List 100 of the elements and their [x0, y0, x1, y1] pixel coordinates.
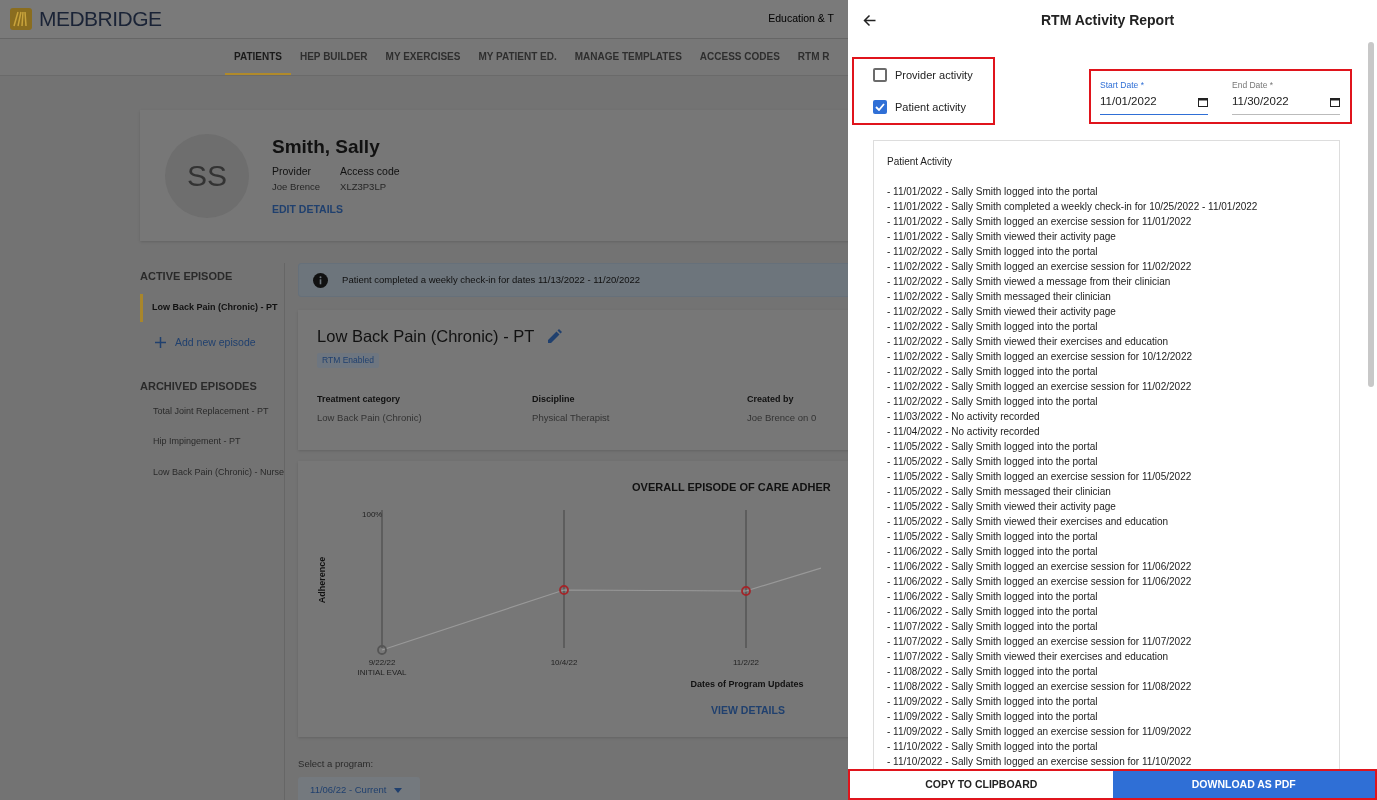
- episode-title: Low Back Pain (Chronic) - PT: [317, 326, 535, 347]
- checkbox[interactable]: [873, 99, 887, 114]
- data-point: [377, 644, 387, 655]
- activity-line: - 11/09/2022 - Sally Smith logged into the portal: [887, 710, 1099, 724]
- episode-item[interactable]: Low Back Pain (Chronic) - Nurse: [140, 465, 285, 480]
- account-menu[interactable]: Education & T: [768, 11, 834, 27]
- detail-label: Discipline: [532, 392, 576, 406]
- activity-line: - 11/07/2022 - Sally Smith viewed their exercises and education: [887, 650, 1170, 664]
- program-dropdown[interactable]: 11/06/22 - Current: [298, 777, 421, 800]
- activity-line: - 11/05/2022 - Sally Smith logged into the portal: [887, 440, 1099, 454]
- field-value: Joe Brence: [272, 180, 321, 195]
- field-label: Access code: [340, 164, 400, 180]
- rtm-badge: RTM Enabled: [317, 352, 379, 368]
- activity-line: - 11/01/2022 - Sally Smith viewed their activity page: [887, 230, 1117, 244]
- activity-line: - 11/08/2022 - Sally Smith logged into the portal: [887, 665, 1099, 679]
- activity-line: - 11/09/2022 - Sally Smith logged into the portal: [887, 695, 1099, 709]
- add-episode-link[interactable]: Add new episode: [155, 334, 256, 351]
- calendar-icon[interactable]: [1198, 96, 1208, 107]
- download-button[interactable]: DOWNLOAD AS PDF: [1112, 771, 1375, 798]
- data-point: [741, 585, 751, 596]
- nav-tab[interactable]: MY EXERCISES: [376, 39, 470, 75]
- activity-line: - 11/02/2022 - Sally Smith logged an exercise session for 11/02/2022: [887, 260, 1193, 274]
- activity-line: - 11/04/2022 - No activity recorded: [887, 425, 1041, 439]
- activity-line: - 11/02/2022 - Sally Smith logged into the portal: [887, 245, 1099, 259]
- checkbox[interactable]: [873, 68, 887, 83]
- activity-line: - 11/07/2022 - Sally Smith logged into the portal: [887, 620, 1099, 634]
- activity-line: - 11/10/2022 - Sally Smith logged an exercise session for 11/10/2022: [887, 755, 1193, 769]
- date-field[interactable]: End Date * 11/30/2022: [1232, 78, 1340, 115]
- activity-line: - 11/02/2022 - Sally Smith logged into the portal: [887, 395, 1099, 409]
- activity-line: - 11/05/2022 - Sally Smith viewed their activity page: [887, 500, 1117, 514]
- activity-line: - 11/02/2022 - Sally Smith logged into the portal: [887, 320, 1099, 334]
- patient-name: Smith, Sally: [272, 134, 381, 159]
- detail-value: Low Back Pain (Chronic): [317, 411, 423, 425]
- axis-tick-label: 9/22/22: [368, 657, 396, 667]
- checkbox-label: Provider activity: [895, 68, 973, 83]
- date-field[interactable]: Start Date * 11/01/2022: [1100, 78, 1208, 115]
- nav-tab[interactable]: HEP BUILDER: [290, 39, 377, 75]
- activity-line: - 11/05/2022 - Sally Smith logged into the portal: [887, 530, 1099, 544]
- section-heading: ACTIVE EPISODE: [140, 269, 234, 284]
- axis-tick-label: 10/4/22: [550, 657, 578, 667]
- activity-line: - 11/02/2022 - Sally Smith messaged their clinician: [887, 290, 1112, 304]
- program-label: Select a program:: [298, 757, 375, 771]
- episode-item[interactable]: Low Back Pain (Chronic) - PT: [140, 293, 285, 322]
- field-label: Provider: [272, 164, 313, 180]
- nav-tab[interactable]: PATIENTS: [225, 39, 291, 75]
- checkbox-label: Patient activity: [895, 99, 966, 115]
- activity-line: - 11/05/2022 - Sally Smith logged an exercise session for 11/05/2022: [887, 470, 1193, 484]
- activity-line: - 11/06/2022 - Sally Smith logged into the portal: [887, 590, 1099, 604]
- activity-line: - 11/06/2022 - Sally Smith logged into the portal: [887, 605, 1099, 619]
- axis-title: Dates of Program Updates: [690, 678, 804, 689]
- episode-item[interactable]: Total Joint Replacement - PT: [140, 404, 285, 419]
- detail-label: Treatment category: [317, 392, 402, 406]
- logo-icon: [10, 8, 32, 30]
- chart-title: OVERALL EPISODE OF CARE ADHER: [631, 480, 832, 495]
- activity-line: - 11/02/2022 - Sally Smith viewed their exercises and education: [887, 335, 1170, 349]
- edit-details-link[interactable]: EDIT DETAILS: [272, 202, 343, 219]
- activity-line: - 11/01/2022 - Sally Smith completed a weekly check-in for 10/25/2022 - 11/01/2022: [887, 200, 1259, 214]
- nav-tab[interactable]: MANAGE TEMPLATES: [565, 39, 691, 75]
- activity-line: - 11/01/2022 - Sally Smith logged an exercise session for 11/01/2022: [887, 215, 1193, 229]
- back-arrow-icon[interactable]: [863, 13, 876, 27]
- axis-title: Adherence: [317, 556, 328, 603]
- activity-heading: Patient Activity: [887, 155, 954, 169]
- nav-tab[interactable]: ACCESS CODES: [690, 39, 789, 75]
- activity-line: - 11/05/2022 - Sally Smith logged into the portal: [887, 455, 1099, 469]
- detail-value: Physical Therapist: [532, 411, 611, 425]
- activity-line: - 11/06/2022 - Sally Smith logged into the portal: [887, 545, 1099, 559]
- activity-line: - 11/02/2022 - Sally Smith logged an exercise session for 10/12/2022: [887, 350, 1193, 364]
- activity-line: - 11/02/2022 - Sally Smith logged into the portal: [887, 365, 1099, 379]
- activity-line: - 11/10/2022 - Sally Smith logged into the portal: [887, 740, 1099, 754]
- axis-tick-label: 11/2/22: [733, 657, 760, 667]
- axis-tick-label: INITIAL EVAL: [357, 667, 407, 677]
- brand-name: MEDBRIDGE: [39, 6, 162, 33]
- field-value: XLZ3P3LP: [340, 180, 387, 195]
- activity-line: - 11/09/2022 - Sally Smith logged an exercise session for 11/09/2022: [887, 725, 1193, 739]
- data-point: [559, 584, 569, 595]
- nav-tab[interactable]: MY PATIENT ED.: [469, 39, 566, 75]
- activity-line: - 11/07/2022 - Sally Smith logged an exercise session for 11/07/2022: [887, 635, 1193, 649]
- episode-item[interactable]: Hip Impingement - PT: [140, 435, 285, 449]
- plus-icon: [155, 336, 166, 348]
- activity-line: - 11/02/2022 - Sally Smith viewed a message from their clinician: [887, 275, 1172, 289]
- caret-icon: [394, 787, 403, 793]
- avatar: SS: [165, 133, 249, 218]
- section-heading: ARCHIVED EPISODES: [140, 379, 258, 395]
- activity-line: - 11/06/2022 - Sally Smith logged an exercise session for 11/06/2022: [887, 560, 1193, 574]
- activity-line: - 11/02/2022 - Sally Smith logged an exercise session for 11/02/2022: [887, 380, 1193, 394]
- calendar-icon[interactable]: [1330, 96, 1340, 107]
- activity-line: - 11/05/2022 - Sally Smith viewed their exercises and education: [887, 515, 1170, 529]
- activity-line: - 11/08/2022 - Sally Smith logged an exercise session for 11/08/2022: [887, 680, 1193, 694]
- activity-line: - 11/01/2022 - Sally Smith logged into the portal: [887, 185, 1099, 199]
- banner-text: Patient completed a weekly check-in for dates 11/13/2022 - 11/20/2022: [342, 272, 641, 287]
- view-details-link[interactable]: VIEW DETAILS: [711, 702, 785, 719]
- panel-title: RTM Activity Report: [1041, 11, 1175, 30]
- activity-line: - 11/05/2022 - Sally Smith messaged their clinician: [887, 485, 1112, 499]
- check-icon: [875, 102, 885, 111]
- activity-line: - 11/02/2022 - Sally Smith viewed their activity page: [887, 305, 1117, 319]
- nav-tab[interactable]: RTM R: [788, 39, 839, 75]
- activity-line: - 11/03/2022 - No activity recorded: [887, 410, 1041, 424]
- axis-tick-label: 100%: [362, 509, 383, 519]
- info-icon: [313, 272, 329, 288]
- activity-line: - 11/06/2022 - Sally Smith logged an exercise session for 11/06/2022: [887, 575, 1193, 589]
